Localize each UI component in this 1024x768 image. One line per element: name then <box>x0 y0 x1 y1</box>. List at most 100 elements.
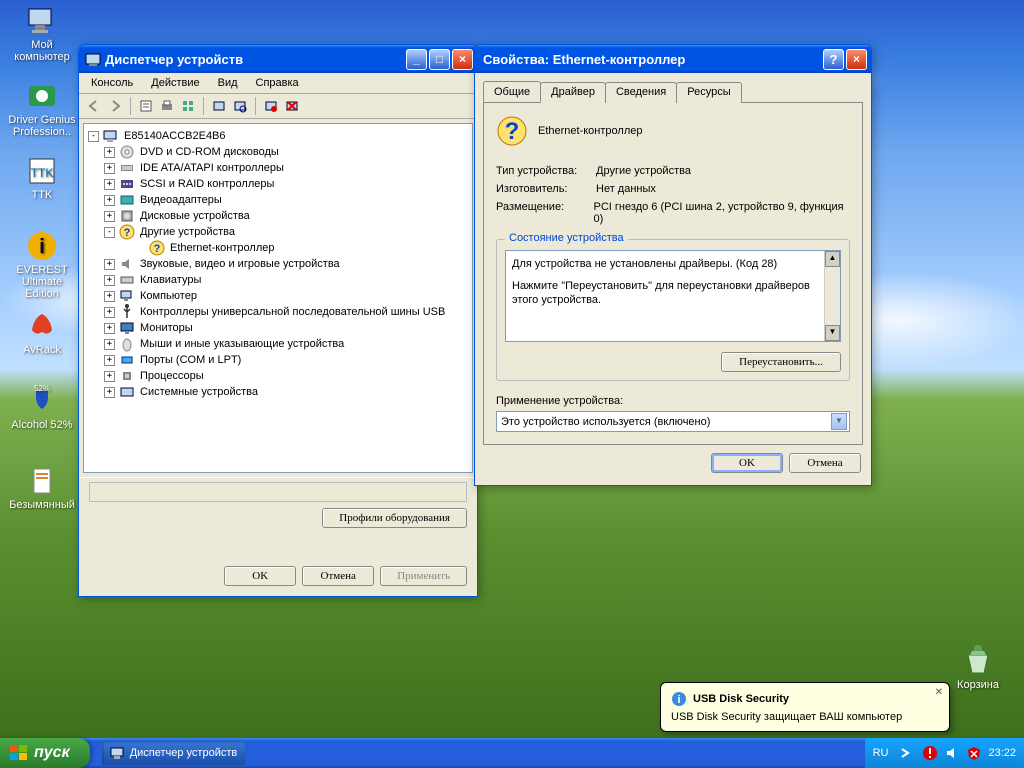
tree-label[interactable]: Звуковые, видео и игровые устройства <box>138 258 342 270</box>
tree-label[interactable]: Мыши и иные указывающие устройства <box>138 338 346 350</box>
expander[interactable]: + <box>104 275 115 286</box>
recycle-bin[interactable]: Корзина <box>942 645 1014 691</box>
tree-root-label[interactable]: E85140ACCB2E4B6 <box>122 130 228 142</box>
props-ok-button[interactable]: OK <box>711 453 783 473</box>
tree-node[interactable]: + Контроллеры универсальной последователь… <box>86 304 470 320</box>
tree-node-child[interactable]: ?Ethernet-контроллер <box>86 240 470 256</box>
tree-node[interactable]: +IDE ATA/ATAPI контроллеры <box>86 160 470 176</box>
tb-print-button[interactable] <box>158 97 176 115</box>
tree-node[interactable]: + Мониторы <box>86 320 470 336</box>
desktop-icon-everest[interactable]: iEVEREST Ultimate Edition <box>6 230 78 300</box>
tree-node[interactable]: + Клавиатуры <box>86 272 470 288</box>
tree-node[interactable]: + Дисковые устройства <box>86 208 470 224</box>
tree-label[interactable]: SCSI и RAID контроллеры <box>138 178 276 190</box>
desktop-icon-ttk[interactable]: TTKTTK <box>6 155 78 201</box>
tray-sound-icon[interactable] <box>944 745 960 761</box>
expander[interactable]: + <box>104 147 115 158</box>
expander[interactable]: + <box>104 195 115 206</box>
tree-label[interactable]: Клавиатуры <box>138 274 203 286</box>
devmgr-maximize-button[interactable]: □ <box>429 49 450 70</box>
tb-enable-button[interactable] <box>262 97 280 115</box>
tree-label[interactable]: Мониторы <box>138 322 195 334</box>
tree-node[interactable]: + Мыши и иные указывающие устройства <box>86 336 470 352</box>
expander[interactable]: + <box>104 307 115 318</box>
desktop-icon-computer[interactable]: Мой компьютер <box>6 5 78 63</box>
tray-show-hidden[interactable] <box>900 745 916 761</box>
tb-uninstall-button[interactable] <box>283 97 301 115</box>
expander[interactable]: + <box>104 323 115 334</box>
tree-node[interactable]: + DVD и CD-ROM дисководы <box>86 144 470 160</box>
tree-label[interactable]: IDE ATA/ATAPI контроллеры <box>138 162 286 174</box>
sysprops-cancel-button[interactable]: Отмена <box>302 566 374 586</box>
props-cancel-button[interactable]: Отмена <box>789 453 861 473</box>
hw-profiles-button[interactable]: Профили оборудования <box>322 508 467 528</box>
tree-label[interactable]: Дисковые устройства <box>138 210 252 222</box>
devmgr-minimize-button[interactable]: _ <box>406 49 427 70</box>
tree-label[interactable]: Контроллеры универсальной последовательн… <box>138 306 447 318</box>
tab-general[interactable]: Общие <box>483 81 541 102</box>
menu-console[interactable]: Консоль <box>83 75 141 91</box>
tree-root[interactable]: - E85140ACCB2E4B6 <box>86 128 470 144</box>
tree-node[interactable]: + Процессоры <box>86 368 470 384</box>
lang-indicator[interactable]: RU <box>873 747 889 759</box>
desktop-icon-avrack[interactable]: AvRack <box>6 310 78 356</box>
tab-driver[interactable]: Драйвер <box>540 82 606 103</box>
tree-node[interactable]: + Порты (COM и LPT) <box>86 352 470 368</box>
expander[interactable]: + <box>104 371 115 382</box>
expander[interactable]: + <box>104 355 115 366</box>
clock[interactable]: 23:22 <box>988 747 1016 759</box>
reinstall-button[interactable]: Переустановить... <box>721 352 841 372</box>
props-close-button[interactable]: × <box>846 49 867 70</box>
desktop-icon-alcohol[interactable]: 52%Alcohol 52% <box>6 385 78 431</box>
tree-node[interactable]: + SCSI и RAID контроллеры <box>86 176 470 192</box>
dropdown-arrow[interactable]: ▼ <box>831 413 847 430</box>
tree-label[interactable]: DVD и CD-ROM дисководы <box>138 146 281 158</box>
menu-help[interactable]: Справка <box>248 75 307 91</box>
expander[interactable]: + <box>104 291 115 302</box>
balloon-close-button[interactable]: ✕ <box>935 687 943 698</box>
tree-label[interactable]: Порты (COM и LPT) <box>138 354 243 366</box>
device-tree[interactable]: - E85140ACCB2E4B6 + DVD и CD-ROM дисковод… <box>83 123 473 473</box>
tree-node[interactable]: + Компьютер <box>86 288 470 304</box>
tree-node[interactable]: + Видеоадаптеры <box>86 192 470 208</box>
tree-label[interactable]: Видеоадаптеры <box>138 194 224 206</box>
status-text-box[interactable]: Для устройства не установлены драйверы. … <box>505 250 841 342</box>
tray-usb-security-icon[interactable] <box>922 745 938 761</box>
tray-shield-icon[interactable] <box>966 745 982 761</box>
tb-forward-button[interactable] <box>106 97 124 115</box>
tree-node[interactable]: -?Другие устройства <box>86 224 470 240</box>
expander[interactable]: + <box>104 387 115 398</box>
tree-label[interactable]: Системные устройства <box>138 386 260 398</box>
desktop-icon-drivergenius[interactable]: Driver Genius Profession.. <box>6 80 78 138</box>
tab-details[interactable]: Сведения <box>605 82 677 103</box>
props-titlebar[interactable]: Свойства: Ethernet-контроллер ? × <box>475 45 871 73</box>
taskbar-item-devmgr[interactable]: Диспетчер устройств <box>102 741 246 765</box>
tb-back-button[interactable] <box>85 97 103 115</box>
expander[interactable]: + <box>104 259 115 270</box>
menu-action[interactable]: Действие <box>143 75 207 91</box>
tab-resources[interactable]: Ресурсы <box>676 82 741 103</box>
expander[interactable]: + <box>104 339 115 350</box>
tb-properties-button[interactable] <box>137 97 155 115</box>
desktop-icon-file[interactable]: Безымянный <box>6 465 78 511</box>
expander[interactable]: + <box>104 211 115 222</box>
tree-label[interactable]: Другие устройства <box>138 226 237 238</box>
tree-node[interactable]: + Системные устройства <box>86 384 470 400</box>
notification-balloon[interactable]: ✕ i USB Disk Security USB Disk Security … <box>660 682 950 732</box>
device-usage-dropdown[interactable]: Это устройство используется (включено) ▼ <box>496 411 850 432</box>
props-help-button[interactable]: ? <box>823 49 844 70</box>
start-button[interactable]: пуск <box>0 738 90 768</box>
menu-view[interactable]: Вид <box>210 75 246 91</box>
devmgr-titlebar[interactable]: Диспетчер устройств _ □ × <box>79 45 477 73</box>
tree-label[interactable]: Ethernet-контроллер <box>168 242 276 254</box>
expander[interactable]: - <box>88 131 99 142</box>
sysprops-ok-button[interactable]: OK <box>224 566 296 586</box>
tb-update-button[interactable] <box>210 97 228 115</box>
tree-label[interactable]: Компьютер <box>138 290 199 302</box>
scroll-down-button[interactable]: ▼ <box>825 325 840 341</box>
expander[interactable]: + <box>104 179 115 190</box>
expander[interactable]: - <box>104 227 115 238</box>
tree-label[interactable]: Процессоры <box>138 370 206 382</box>
status-scrollbar[interactable]: ▲ ▼ <box>824 251 840 341</box>
scroll-up-button[interactable]: ▲ <box>825 251 840 267</box>
